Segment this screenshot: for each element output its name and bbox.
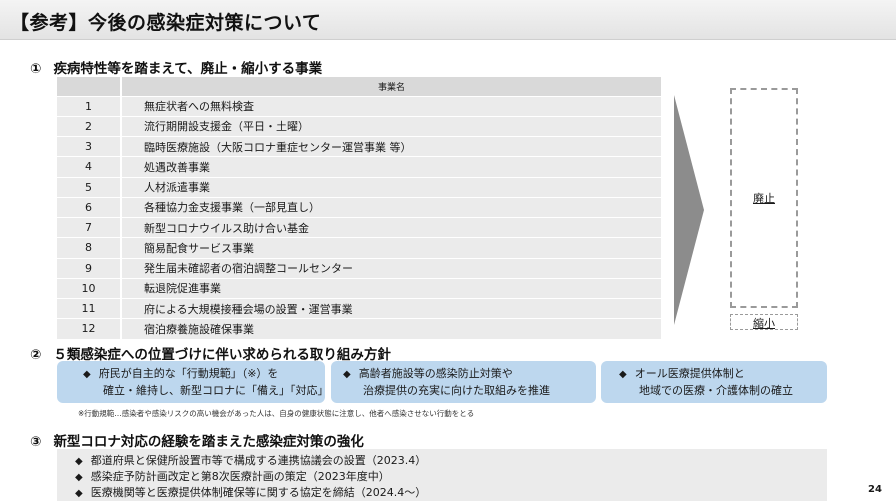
page-number: 24 (868, 484, 882, 495)
row-no: 8 (57, 237, 122, 259)
row-name: 転退院促進事業 (121, 278, 661, 300)
row-no: 4 (57, 156, 122, 178)
policy-pill-line1: 府民が自主的な「行動規範」（※）を (98, 367, 279, 380)
abolish-box: 廃止 (730, 88, 798, 308)
table-row: 2 流行期開設支援金（平日・土曜） (57, 116, 661, 138)
right-chevron-arrow-icon (674, 95, 704, 325)
policy-pill: ◆ 高齢者施設等の感染防止対策や 治療提供の充実に向けた取組みを推進 (331, 361, 596, 403)
section2-number: ② (30, 347, 42, 363)
diamond-bullet-icon: ◆ (75, 472, 83, 483)
list-item: ◆ 都道府県と保健所設置市等で構成する連携協議会の設置（2023.4） (75, 452, 426, 468)
row-name: 無症状者への無料検査 (121, 96, 661, 117)
row-no: 2 (57, 116, 122, 138)
row-no: 9 (57, 258, 122, 279)
list-item-text: 都道府県と保健所設置市等で構成する連携協議会の設置（2023.4） (90, 454, 427, 467)
section3-box: ◆ 都道府県と保健所設置市等で構成する連携協議会の設置（2023.4） ◆ 感染症予… (57, 449, 827, 501)
abolish-projects-table: 事業名 1 無症状者への無料検査 2 流行期開設支援金（平日・土曜） 3 臨時医療施設… (57, 77, 661, 340)
abolish-label: 廃止 (753, 192, 775, 205)
list-item: ◆ 感染症予防計画改定と第8次医療計画の策定（2023年度中） (75, 468, 390, 484)
table-row: 8 簡易配食サービス事業 (57, 237, 661, 259)
code-of-conduct-note: ※行動規範…感染者や感染リスクの高い機会があった人は、自身の健康状態に注意し、他… (78, 409, 475, 418)
row-name: 人材派遣事業 (121, 177, 661, 198)
row-no: 5 (57, 177, 122, 198)
diamond-bullet-icon: ◆ (343, 369, 351, 380)
row-name: 臨時医療施設（大阪コロナ重症センター運営事業 等） (121, 136, 661, 158)
table-row: 10 転退院促進事業 (57, 278, 661, 300)
list-item-text: 医療機関等と医療提供体制確保等に関する協定を締結（2024.4～） (90, 486, 427, 499)
section1-number: ① (30, 61, 42, 77)
section3-heading: ③ 新型コロナ対応の経験を踏まえた感染症対策の強化 (30, 430, 364, 450)
row-no: 3 (57, 136, 122, 158)
row-name: 府による大規模接種会場の設置・運営事業 (121, 298, 661, 320)
table-row: 3 臨時医療施設（大阪コロナ重症センター運営事業 等） (57, 136, 661, 158)
policy-pill-line2: 確立・維持し、新型コロナに「備え」「対応」 (103, 384, 329, 397)
section3-number: ③ (30, 434, 42, 450)
row-name: 各種協力金支援事業（一部見直し） (121, 197, 661, 219)
table-row: 12 宿泊療養施設確保事業 (57, 318, 661, 340)
row-name: 流行期開設支援金（平日・土曜） (121, 116, 661, 138)
reduce-label: 縮小 (753, 317, 775, 330)
row-name: 簡易配食サービス事業 (121, 237, 661, 259)
section1-title: 疾病特性等を踏まえて、廃止・縮小する事業 (53, 61, 323, 77)
policy-pill-line2: 治療提供の充実に向けた取組みを推進 (363, 384, 550, 397)
reduce-box: 縮小 (730, 314, 798, 330)
list-item-text: 感染症予防計画改定と第8次医療計画の策定（2023年度中） (90, 470, 390, 483)
table-row: 5 人材派遣事業 (57, 177, 661, 198)
row-no: 12 (57, 318, 122, 340)
table-row: 9 発生届未確認者の宿泊調整コールセンター (57, 258, 661, 279)
table-row: 1 無症状者への無料検査 (57, 96, 661, 117)
table-row: 11 府による大規模接種会場の設置・運営事業 (57, 298, 661, 320)
diamond-bullet-icon: ◆ (75, 456, 83, 467)
section1-heading: ① 疾病特性等を踏まえて、廃止・縮小する事業 (30, 57, 322, 77)
page-title: 【参考】今後の感染症対策について (10, 12, 322, 34)
row-name: 新型コロナウイルス助け合い基金 (121, 217, 661, 239)
row-name: 発生届未確認者の宿泊調整コールセンター (121, 258, 661, 279)
policy-pill: ◆ オール医療提供体制と 地域での医療・介護体制の確立 (601, 361, 827, 403)
table-header-no (57, 77, 122, 97)
row-name: 処遇改善事業 (121, 156, 661, 178)
row-no: 10 (57, 278, 122, 300)
list-item: ◆ 医療機関等と医療提供体制確保等に関する協定を締結（2024.4～） (75, 484, 426, 500)
row-no: 6 (57, 197, 122, 219)
table-row: 7 新型コロナウイルス助け合い基金 (57, 217, 661, 239)
row-name: 宿泊療養施設確保事業 (121, 318, 661, 340)
policy-pill-line1: 高齢者施設等の感染防止対策や (358, 367, 513, 380)
table-header-row: 事業名 (57, 77, 661, 97)
table-row: 6 各種協力金支援事業（一部見直し） (57, 197, 661, 219)
policy-pill-line2: 地域での医療・介護体制の確立 (639, 384, 793, 397)
table-row: 4 処遇改善事業 (57, 156, 661, 178)
row-no: 11 (57, 298, 122, 320)
diamond-bullet-icon: ◆ (83, 369, 91, 380)
row-no: 7 (57, 217, 122, 239)
table-header-name: 事業名 (121, 77, 661, 97)
policy-pill-line1: オール医療提供体制と (634, 367, 745, 380)
section3-title: 新型コロナ対応の経験を踏まえた感染症対策の強化 (53, 434, 364, 450)
diamond-bullet-icon: ◆ (75, 488, 83, 499)
section2-heading: ② ５類感染症への位置づけに伴い求められる取り組み方針 (30, 343, 391, 363)
diamond-bullet-icon: ◆ (619, 369, 627, 380)
policy-pill: ◆ 府民が自主的な「行動規範」（※）を 確立・維持し、新型コロナに「備え」「対応」 (57, 361, 329, 403)
title-bar: 【参考】今後の感染症対策について (0, 0, 896, 40)
row-no: 1 (57, 96, 122, 117)
